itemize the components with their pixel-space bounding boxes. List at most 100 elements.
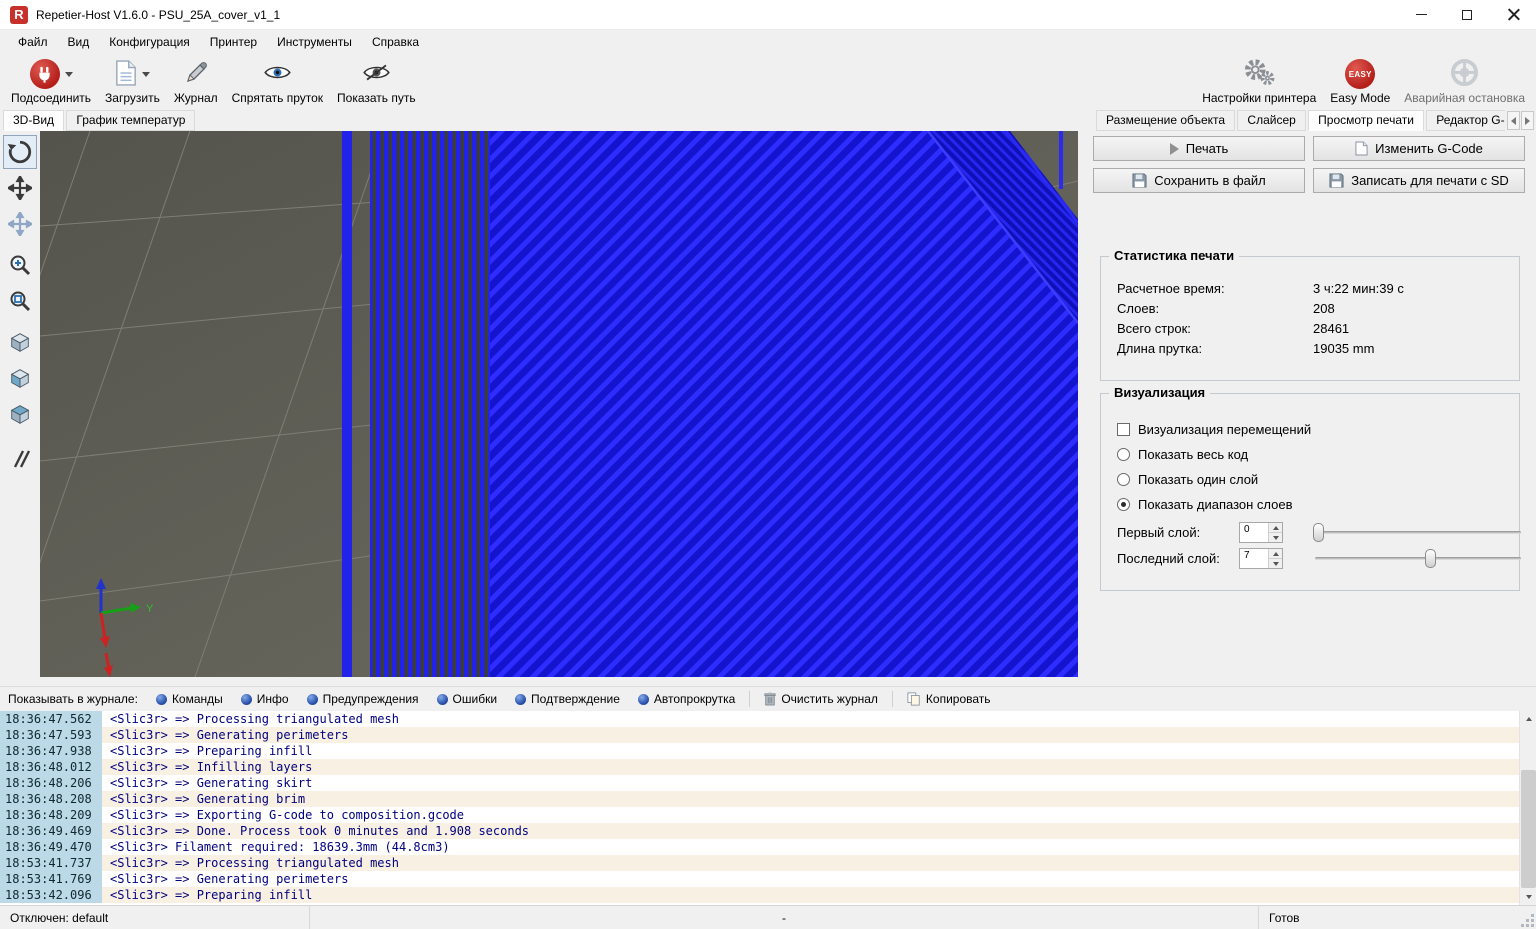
last-layer-slider[interactable]: [1313, 548, 1523, 569]
parallel-lines-icon: [8, 447, 32, 471]
show-all-option[interactable]: Показать весь код: [1117, 445, 1248, 463]
last-layer-row: Последний слой: 7: [1117, 548, 1509, 570]
close-button[interactable]: [1490, 0, 1536, 29]
tab-object-placement[interactable]: Размещение объекта: [1096, 110, 1235, 131]
menu-printer[interactable]: Принтер: [200, 30, 267, 54]
hide-filament-button[interactable]: Спрятать пруток: [225, 54, 330, 110]
blue-dot-icon: [638, 694, 649, 705]
save-to-file-button[interactable]: Сохранить в файл: [1093, 168, 1305, 193]
journal-button[interactable]: Журнал: [167, 54, 225, 110]
menu-view[interactable]: Вид: [58, 30, 100, 54]
chevron-down-icon: [1273, 536, 1279, 540]
first-layer-row: Первый слой: 0: [1117, 522, 1509, 544]
zoom-in-icon: [8, 253, 32, 277]
copy-log-button[interactable]: Копировать: [899, 690, 999, 708]
minimize-button[interactable]: [1398, 0, 1444, 29]
easy-mode-button[interactable]: EASY Easy Mode: [1323, 54, 1397, 110]
chevron-up-icon: [1273, 552, 1279, 556]
move-object-button[interactable]: [3, 207, 37, 241]
log-area[interactable]: 18:36:47.562<Slic3r> => Processing trian…: [0, 711, 1536, 905]
clear-log-button[interactable]: Очистить журнал: [756, 690, 886, 708]
load-label: Загрузить: [105, 91, 160, 105]
printer-settings-button[interactable]: Настройки принтера: [1195, 54, 1323, 110]
blue-dot-icon: [241, 694, 252, 705]
stat-label: Расчетное время:: [1117, 281, 1225, 296]
tab-temp-graph[interactable]: График температур: [66, 110, 195, 131]
resize-grip[interactable]: [1521, 914, 1534, 927]
first-layer-spinner[interactable]: 0: [1239, 522, 1283, 543]
zoom-fit-button[interactable]: [3, 284, 37, 318]
menu-tools[interactable]: Инструменты: [267, 30, 362, 54]
scrollbar-thumb[interactable]: [1521, 770, 1536, 888]
tab-slicer[interactable]: Слайсер: [1237, 110, 1305, 131]
tab-scroll-right-button[interactable]: [1521, 111, 1534, 130]
show-layer-range-label: Показать диапазон слоев: [1138, 497, 1293, 512]
spin-down-button[interactable]: [1268, 559, 1282, 568]
3d-viewport[interactable]: Y: [40, 131, 1078, 677]
menu-file[interactable]: Файл: [8, 30, 58, 54]
tab-gcode-editor[interactable]: Редактор G-Кода: [1426, 110, 1505, 131]
last-layer-spinner[interactable]: 7: [1239, 548, 1283, 569]
tab-print-preview[interactable]: Просмотр печати: [1308, 110, 1424, 131]
filter-warnings-button[interactable]: Предупреждения: [299, 690, 427, 708]
tab-scroll-left-button[interactable]: [1507, 111, 1520, 130]
filter-commands-button[interactable]: Команды: [148, 690, 231, 708]
rotate-view-button[interactable]: [3, 135, 37, 169]
pan-arrows-icon: [8, 176, 32, 200]
filter-autoscroll-button[interactable]: Автопрокрутка: [630, 690, 743, 708]
show-layer-range-option[interactable]: Показать диапазон слоев: [1117, 495, 1293, 513]
save-to-sd-button[interactable]: Записать для печати с SD: [1313, 168, 1525, 193]
show-path-button[interactable]: Показать путь: [330, 54, 423, 110]
tab-3d-view[interactable]: 3D-Вид: [3, 110, 64, 131]
filter-autoscroll-label: Автопрокрутка: [654, 692, 735, 706]
menu-config[interactable]: Конфигурация: [99, 30, 200, 54]
log-row: 18:36:49.469<Slic3r> => Done. Process to…: [0, 823, 1536, 839]
first-layer-slider[interactable]: [1313, 522, 1523, 543]
connect-button[interactable]: Подсоединить: [4, 54, 98, 110]
log-scrollbar[interactable]: [1519, 711, 1536, 905]
spin-down-button[interactable]: [1268, 533, 1282, 542]
plug-icon: [30, 59, 60, 89]
maximize-button[interactable]: [1444, 0, 1490, 29]
radio-icon[interactable]: [1117, 448, 1130, 461]
scroll-up-button[interactable]: [1520, 711, 1536, 727]
log-timestamp: 18:36:48.209: [0, 807, 102, 823]
slider-thumb[interactable]: [1313, 523, 1324, 542]
scroll-down-button[interactable]: [1520, 889, 1536, 905]
isometric-view-button[interactable]: [3, 325, 37, 359]
toolbar-separator: [892, 691, 893, 707]
zoom-in-button[interactable]: [3, 248, 37, 282]
first-layer-label: Первый слой:: [1117, 525, 1200, 540]
print-button[interactable]: Печать: [1093, 136, 1305, 161]
move-object-arrows-icon: [8, 212, 32, 236]
checkbox-icon[interactable]: [1117, 423, 1130, 436]
front-view-button[interactable]: [3, 361, 37, 395]
move-viewport-button[interactable]: [3, 171, 37, 205]
page-icon: [1355, 141, 1368, 156]
filter-info-button[interactable]: Инфо: [233, 690, 297, 708]
show-moves-option[interactable]: Визуализация перемещений: [1117, 420, 1311, 438]
slider-thumb[interactable]: [1425, 549, 1436, 568]
radio-icon[interactable]: [1117, 473, 1130, 486]
filter-ack-button[interactable]: Подтверждение: [507, 690, 628, 708]
spin-up-button[interactable]: [1268, 549, 1282, 559]
spin-up-button[interactable]: [1268, 523, 1282, 533]
stat-value: 19035 mm: [1313, 341, 1374, 356]
menu-help[interactable]: Справка: [362, 30, 429, 54]
show-single-layer-option[interactable]: Показать один слой: [1117, 470, 1258, 488]
emergency-stop-button[interactable]: Аварийная остановка: [1397, 54, 1532, 110]
chevron-down-icon[interactable]: [142, 72, 150, 77]
edit-gcode-button[interactable]: Изменить G-Code: [1313, 136, 1525, 161]
load-button[interactable]: Загрузить: [98, 54, 167, 110]
radio-selected-icon[interactable]: [1117, 498, 1130, 511]
top-view-button[interactable]: [3, 397, 37, 431]
log-message: <Slic3r> => Preparing infill: [102, 743, 1536, 759]
cube-iso-icon: [8, 330, 32, 354]
emergency-stop-label: Аварийная остановка: [1404, 91, 1525, 105]
chevron-down-icon[interactable]: [65, 72, 73, 77]
filter-errors-button[interactable]: Ошибки: [429, 690, 506, 708]
log-row: 18:36:48.208<Slic3r> => Generating brim: [0, 791, 1536, 807]
stat-row: Всего строк: 28461: [1117, 321, 1507, 341]
easy-mode-label: Easy Mode: [1330, 91, 1390, 105]
parallel-projection-button[interactable]: [3, 442, 37, 476]
